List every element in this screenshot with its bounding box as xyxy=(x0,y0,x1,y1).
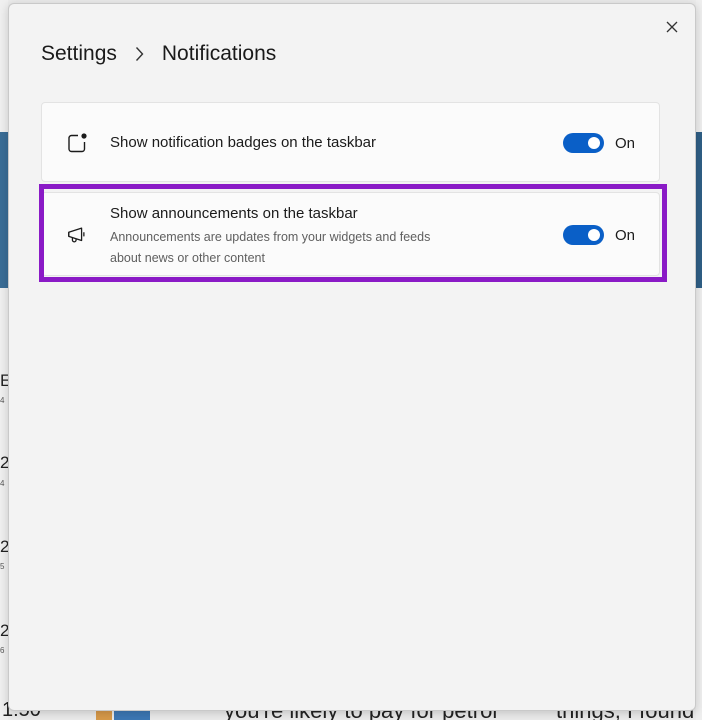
notification-badge-icon xyxy=(66,132,88,154)
background-text-fragment: 6 xyxy=(0,646,5,655)
background-right-strip xyxy=(696,0,702,720)
background-right-image xyxy=(696,132,702,288)
close-icon xyxy=(666,21,678,33)
setting-description: Announcements are updates from your widg… xyxy=(110,230,431,265)
settings-dialog: Settings Notifications Show notification… xyxy=(8,3,696,711)
notification-badges-toggle[interactable] xyxy=(563,133,604,153)
toggle-state-label: On xyxy=(615,227,636,244)
background-text-fragment: 4 xyxy=(0,479,5,488)
toggle-knob xyxy=(588,137,600,149)
setting-title: Show announcements on the taskbar xyxy=(110,205,358,222)
page-title: Notifications xyxy=(161,42,277,65)
setting-title: Show notification badges on the taskbar xyxy=(110,134,377,151)
toggle-knob xyxy=(588,229,600,241)
setting-card-announcements: Show announcements on the taskbar Announ… xyxy=(41,192,660,276)
announcements-toggle[interactable] xyxy=(563,225,604,245)
close-button[interactable] xyxy=(659,14,685,40)
background-text-fragment: 5 xyxy=(0,562,5,571)
setting-card-notification-badges: Show notification badges on the taskbar … xyxy=(41,102,660,182)
background-left-strip xyxy=(0,0,8,720)
toggle-state-label: On xyxy=(615,135,636,152)
chevron-right-icon xyxy=(135,46,144,62)
background-text-fragment: 4 xyxy=(0,396,5,405)
breadcrumb: Settings Notifications xyxy=(41,42,276,66)
breadcrumb-settings-link[interactable]: Settings xyxy=(41,42,117,66)
background-left-image xyxy=(0,132,8,288)
megaphone-icon xyxy=(66,224,88,246)
